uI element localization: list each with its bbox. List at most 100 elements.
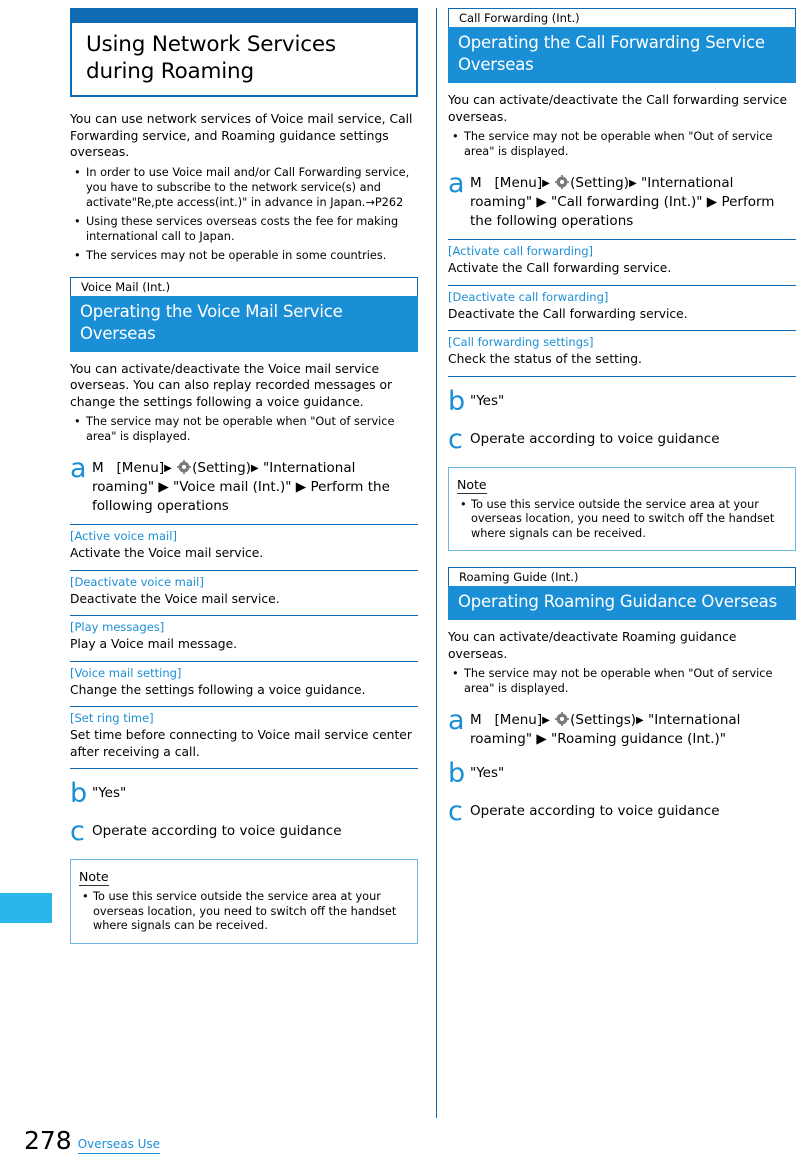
gear-label: (Settings): [570, 712, 637, 728]
step-letter: c: [448, 796, 463, 827]
list-item: Using these services overseas costs the …: [70, 214, 418, 244]
step-b-voice-mail: b "Yes": [70, 778, 418, 809]
sub-item-body: Check the status of the setting.: [448, 352, 642, 366]
manual-page: Using Network Services during Roaming Yo…: [0, 0, 797, 1168]
step-c-call-forwarding: c Operate according to voice guidance: [448, 423, 796, 455]
step-text: M [Menu]▶ (Setting)▶ "International roam…: [92, 456, 418, 516]
list-item: In order to use Voice mail and/or Call F…: [70, 165, 418, 210]
sub-list-end-rule: [70, 768, 418, 769]
arrow-icon: ▶: [164, 463, 172, 474]
list-item: The service may not be operable when "Ou…: [448, 129, 796, 159]
step-text: Operate according to voice guidance: [92, 823, 342, 839]
menu-label: [Menu]: [494, 712, 543, 728]
sub-item-body: Deactivate the Voice mail service.: [70, 591, 280, 606]
key-m-label: M: [470, 175, 482, 191]
section-title: Operating the Voice Mail Service Oversea…: [70, 295, 418, 352]
section-label: Call Forwarding (Int.): [448, 8, 796, 27]
sub-item: [Active voice mail] Activate the Voice m…: [70, 524, 418, 562]
step-letter: b: [70, 778, 88, 809]
gear-icon: [555, 175, 570, 189]
sub-list-end-rule: [448, 375, 796, 377]
chapter-title: Using Network Services during Roaming: [72, 23, 416, 95]
list-item: To use this service outside the service …: [79, 890, 409, 934]
chapter-title-line2: during Roaming: [86, 59, 254, 84]
left-intro-bullets: In order to use Voice mail and/or Call F…: [70, 165, 418, 263]
chapter-tab-marker: [0, 893, 52, 923]
sub-item-body: Activate the Call forwarding service.: [448, 261, 672, 275]
note-title: Note: [457, 476, 487, 494]
key-m-label: M: [470, 712, 482, 728]
step-letter: b: [448, 385, 466, 417]
column-divider: [436, 8, 437, 1118]
sub-item-title: [Set ring time]: [70, 711, 154, 725]
roaming-guide-bullets: The service may not be operable when "Ou…: [448, 666, 796, 696]
sub-item-title: [Deactivate call forwarding]: [448, 289, 609, 304]
step-letter: a: [448, 168, 465, 199]
chapter-title-bar: [72, 10, 416, 23]
list-item: The service may not be operable when "Ou…: [70, 414, 418, 444]
key-m-label: M: [92, 460, 104, 476]
chapter-title-box: Using Network Services during Roaming: [70, 8, 418, 97]
list-item: To use this service outside the service …: [457, 498, 787, 542]
sub-item: [Deactivate call forwarding] Deactivate …: [448, 284, 796, 323]
list-item: The services may not be operable in some…: [70, 248, 418, 263]
right-column: Call Forwarding (Int.) Operating the Cal…: [448, 8, 796, 825]
list-item: The service may not be operable when "Ou…: [448, 666, 796, 696]
voice-mail-body: You can activate/deactivate the Voice ma…: [70, 361, 393, 409]
arrow-icon: ▶: [629, 178, 637, 189]
sub-item-body: Activate the Voice mail service.: [70, 546, 264, 560]
step-text: "Yes": [92, 785, 127, 801]
section-label: Voice Mail (Int.): [70, 276, 418, 296]
step-text: "Yes": [470, 765, 505, 781]
gear-icon: [555, 712, 570, 726]
section-title: Operating the Call Forwarding Service Ov…: [448, 27, 796, 83]
step-text: Operate according to voice guidance: [470, 430, 720, 447]
sub-item-body: Change the settings following a voice gu…: [70, 682, 366, 697]
note-title: Note: [79, 869, 109, 886]
section-title: Operating Roaming Guidance Overseas: [448, 586, 796, 620]
step-text: Operate according to voice guidance: [470, 803, 720, 819]
arrow-icon: ▶: [542, 178, 550, 189]
page-number: 278: [24, 1126, 72, 1155]
gear-label: (Setting): [570, 175, 630, 191]
voice-mail-bullets: The service may not be operable when "Ou…: [70, 414, 418, 444]
step-letter: c: [448, 423, 463, 455]
sub-item: [Set ring time] Set time before connecti…: [70, 706, 418, 760]
step-text: "Yes": [470, 392, 505, 409]
step-letter: c: [70, 816, 85, 847]
step-a-roaming-guide: a M [Menu]▶ (Settings)▶ "International r…: [448, 705, 796, 749]
step-text: M [Menu]▶ (Settings)▶ "International roa…: [470, 708, 796, 749]
section-label: Roaming Guide (Int.): [448, 567, 796, 586]
chapter-title-line1: Using Network Services: [86, 32, 336, 57]
sub-item-body: Play a Voice mail message.: [70, 637, 238, 651]
step-c-roaming-guide: c Operate according to voice guidance: [448, 796, 796, 827]
step-letter: b: [448, 758, 466, 789]
note-box-right: Note To use this service outside the ser…: [448, 466, 796, 551]
sub-item: [Deactivate voice mail] Deactivate the V…: [70, 569, 418, 608]
left-column: Using Network Services during Roaming Yo…: [70, 8, 418, 944]
step-b-roaming-guide: b "Yes": [448, 758, 796, 789]
step-letter: a: [70, 453, 87, 484]
sub-item: [Call forwarding settings] Check the sta…: [448, 330, 796, 368]
step-b-call-forwarding: b "Yes": [448, 385, 796, 417]
note-list: To use this service outside the service …: [457, 498, 787, 542]
call-forwarding-bullets: The service may not be operable when "Ou…: [448, 129, 796, 159]
roaming-guide-section: Roaming Guide (Int.) Operating Roaming G…: [448, 567, 796, 620]
sub-item: [Activate call forwarding] Activate the …: [448, 239, 796, 277]
arrow-icon: ▶: [251, 463, 259, 474]
footer-section-label: Overseas Use: [77, 1137, 161, 1154]
note-list: To use this service outside the service …: [79, 890, 409, 934]
step-a-voice-mail: a M [Menu]▶ (Setting)▶ "International ro…: [70, 453, 418, 516]
sub-item-title: [Activate call forwarding]: [448, 244, 594, 258]
sub-item-title: [Deactivate voice mail]: [70, 574, 204, 589]
sub-item-body: Set time before connecting to Voice mail…: [70, 728, 412, 759]
page-footer: 278 Overseas Use: [24, 1126, 161, 1155]
sub-item-title: [Active voice mail]: [70, 529, 177, 543]
call-forwarding-section: Call Forwarding (Int.) Operating the Cal…: [448, 8, 796, 83]
step-letter: a: [448, 705, 465, 736]
left-intro-text: You can use network services of Voice ma…: [70, 112, 413, 159]
voice-mail-section: Voice Mail (Int.) Operating the Voice Ma…: [70, 276, 418, 352]
sub-item: [Voice mail setting] Change the settings…: [70, 660, 418, 699]
sub-item-title: [Voice mail setting]: [70, 665, 182, 680]
step-c-voice-mail: c Operate according to voice guidance: [70, 816, 418, 847]
